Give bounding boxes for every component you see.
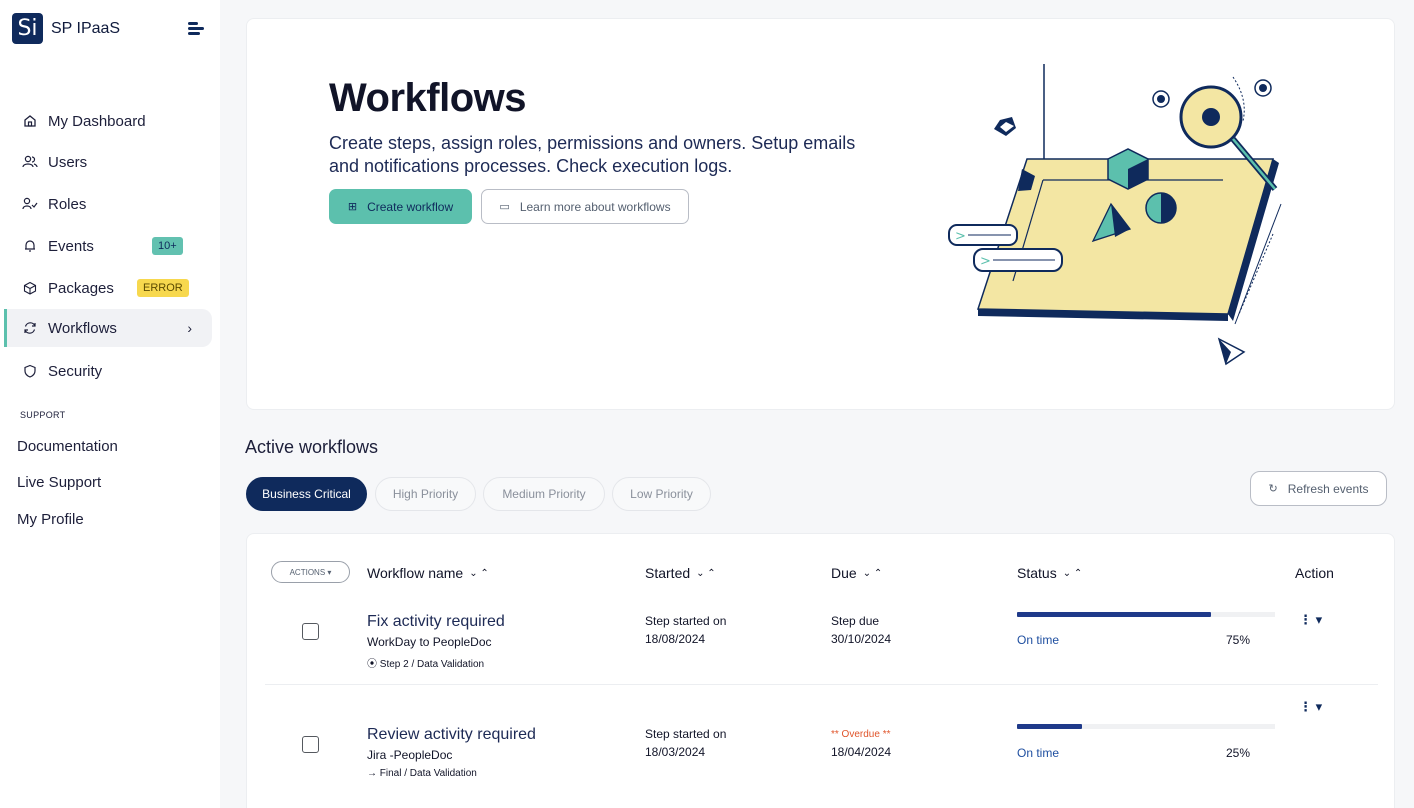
row-checkbox[interactable] (302, 623, 319, 640)
column-label: Started (645, 565, 691, 581)
progress-bar (1017, 612, 1275, 617)
svg-text:>: > (980, 254, 991, 269)
due-label: Step due (831, 614, 880, 628)
my-profile-link[interactable]: My Profile (17, 511, 84, 528)
sort-icon[interactable]: ⌄ ⌃ (696, 568, 716, 579)
filter-low-priority[interactable]: Low Priority (612, 477, 711, 511)
status-text: On time (1017, 746, 1060, 760)
progress-bar-fill (1017, 612, 1211, 617)
workflows-table: ACTIONS ▾ Workflow name ⌄ ⌃ Started ⌄ ⌃ … (246, 533, 1395, 808)
documentation-link[interactable]: Documentation (17, 438, 118, 455)
started-date: 18/03/2024 (645, 745, 706, 759)
app-name: SP IPaaS (51, 19, 121, 37)
workflow-name-link[interactable]: Fix activity required (367, 613, 505, 631)
progress-percent: 75% (1226, 633, 1251, 647)
sidebar-item-label: Workflows (48, 319, 117, 337)
sidebar-item-workflows[interactable]: Workflows › (4, 309, 212, 347)
started-label: Step started on (645, 727, 727, 741)
learn-more-label: Learn more about workflows (519, 199, 671, 214)
sidebar-item-my-dashboard[interactable]: My Dashboard (4, 102, 212, 140)
column-label: Status (1017, 565, 1057, 581)
progress-percent: 25% (1226, 746, 1251, 760)
refresh-icon: ↻ (1268, 483, 1278, 495)
learn-more-button[interactable]: ▭ Learn more about workflows (481, 189, 689, 224)
live-support-link[interactable]: Live Support (17, 474, 101, 491)
due-date: 30/10/2024 (831, 632, 892, 646)
package-icon (22, 280, 38, 296)
status-text: On time (1017, 633, 1060, 647)
workflow-step: ⦿ Step 2 / Data Validation (367, 659, 485, 670)
refresh-events-button[interactable]: ↻ Refresh events (1250, 471, 1387, 506)
sort-icon[interactable]: ⌄ ⌃ (469, 568, 489, 579)
sidebar-item-label: Users (48, 153, 88, 171)
filter-business-critical[interactable]: Business Critical (246, 477, 367, 511)
column-label: Due (831, 565, 857, 581)
workflow-illustration: > > (948, 64, 1282, 366)
workflow-integration: WorkDay to PeopleDoc (367, 635, 492, 649)
shield-icon (22, 363, 38, 379)
started-date: 18/08/2024 (645, 632, 706, 646)
overdue-label: ** Overdue ** (831, 729, 891, 740)
workflow-integration: Jira -PeopleDoc (367, 748, 453, 762)
support-heading: SUPPORT (20, 410, 66, 420)
workflow-step: → Final / Data Validation (367, 768, 477, 779)
column-label: Action (1295, 565, 1334, 581)
sidebar-item-label: Roles (48, 195, 87, 213)
sort-icon[interactable]: ⌄ ⌃ (863, 568, 883, 579)
workflows-hero-card: Workflows Create steps, assign roles, pe… (246, 18, 1395, 410)
app-logo: Si (12, 13, 43, 44)
page-description: Create steps, assign roles, permissions … (329, 133, 856, 176)
due-date: 18/04/2024 (831, 745, 892, 759)
page-title: Workflows (329, 76, 527, 120)
progress-bar (1017, 724, 1275, 729)
users-icon (22, 154, 38, 170)
filter-high-priority[interactable]: High Priority (375, 477, 476, 511)
sidebar-item-label: Security (48, 362, 103, 380)
workflow-name-link[interactable]: Review activity required (367, 726, 536, 744)
bell-icon (22, 238, 38, 254)
column-label: Workflow name (367, 565, 464, 581)
row-menu-icon[interactable]: ⋮ ▾ (1299, 699, 1322, 715)
refresh-events-label: Refresh events (1287, 481, 1369, 496)
row-checkbox[interactable] (302, 736, 319, 753)
create-workflow-label: Create workflow (367, 199, 454, 214)
refresh-icon (22, 320, 38, 336)
column-status[interactable]: Status ⌄ ⌃ (1017, 565, 1082, 581)
sidebar: Si SP IPaaS My Dashboard Users Roles Eve… (0, 0, 220, 808)
chevron-right-icon: › (187, 320, 192, 336)
row-menu-icon[interactable]: ⋮ ▾ (1299, 612, 1322, 628)
plus-square-icon: ⊞ (347, 201, 358, 213)
sidebar-item-label: Events (48, 237, 94, 255)
progress-bar-fill (1017, 724, 1082, 729)
sidebar-item-users[interactable]: Users (4, 143, 212, 181)
events-count-badge: 10+ (152, 237, 183, 255)
packages-error-badge: ERROR (137, 279, 189, 297)
column-workflow-name[interactable]: Workflow name ⌄ ⌃ (367, 565, 489, 581)
collapse-menu-icon[interactable] (188, 22, 204, 36)
active-workflows-title: Active workflows (245, 437, 379, 457)
row-divider (265, 684, 1378, 685)
column-due[interactable]: Due ⌄ ⌃ (831, 565, 882, 581)
home-icon (22, 113, 38, 129)
book-icon: ▭ (499, 201, 510, 213)
column-started[interactable]: Started ⌄ ⌃ (645, 565, 716, 581)
column-action: Action (1295, 565, 1334, 581)
svg-text:>: > (955, 229, 966, 244)
filter-medium-priority[interactable]: Medium Priority (483, 477, 605, 511)
create-workflow-button[interactable]: ⊞ Create workflow (329, 189, 472, 224)
sort-icon[interactable]: ⌄ ⌃ (1063, 568, 1083, 579)
actions-dropdown[interactable]: ACTIONS ▾ (271, 561, 350, 583)
started-label: Step started on (645, 614, 727, 628)
sidebar-item-label: My Dashboard (48, 112, 146, 130)
brand[interactable]: Si SP IPaaS (12, 13, 120, 44)
sidebar-item-packages[interactable]: Packages ERROR (4, 269, 212, 307)
sidebar-item-events[interactable]: Events 10+ (4, 227, 212, 265)
roles-icon (22, 196, 38, 212)
sidebar-item-roles[interactable]: Roles (4, 185, 212, 223)
sidebar-item-security[interactable]: Security (4, 352, 212, 390)
sidebar-item-label: Packages (48, 279, 114, 297)
